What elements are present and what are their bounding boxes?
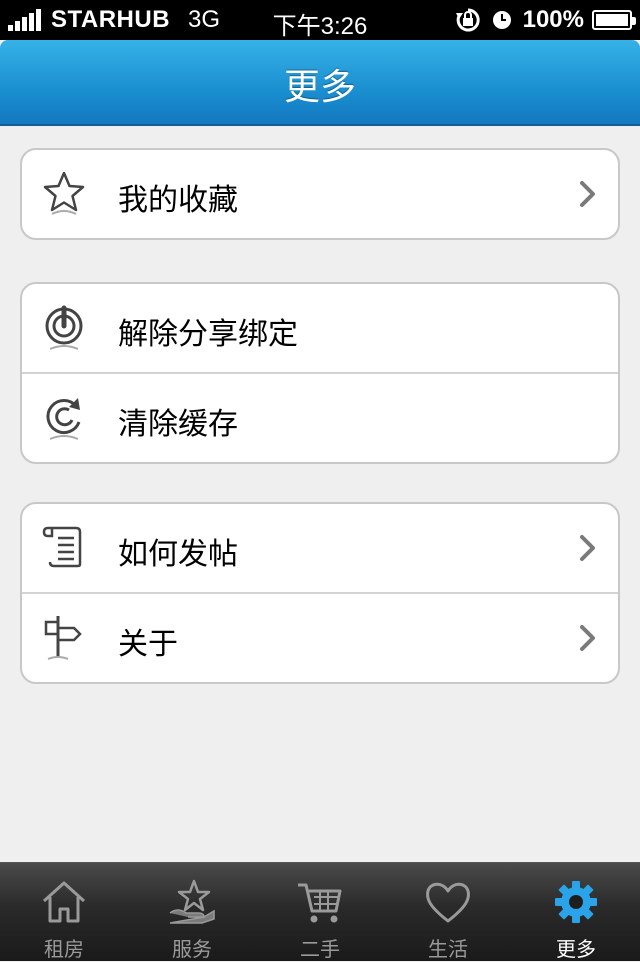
- clear-cache-icon: [46, 398, 81, 440]
- tab-label: 生活: [428, 937, 468, 961]
- favorites-group: 我的收藏: [20, 148, 620, 240]
- menu-item-label: 我的收藏: [118, 183, 238, 218]
- menu-item-label: 如何发帖: [118, 537, 238, 572]
- status-bar: STARHUB 3G 下午3:26 100%: [0, 0, 640, 40]
- tab-rent[interactable]: 租房: [0, 863, 128, 961]
- tab-life[interactable]: 生活: [384, 863, 512, 961]
- tab-label: 二手: [300, 937, 340, 961]
- gear-icon: [555, 881, 597, 923]
- menu-item-favorites[interactable]: 我的收藏: [22, 150, 618, 238]
- tab-bar: 租房 服务 二手 生活 更多: [0, 862, 640, 961]
- heart-icon: [426, 882, 470, 923]
- tab-label: 更多: [556, 937, 596, 961]
- alarm-clock-icon: [492, 11, 511, 29]
- menu-item-clear-cache[interactable]: 清除缓存: [22, 374, 618, 462]
- page-title: 更多: [283, 67, 356, 108]
- menu-item-about[interactable]: 关于: [22, 594, 618, 682]
- service-star-icon: [169, 879, 215, 924]
- menu-item-label: 清除缓存: [118, 407, 238, 442]
- battery-percent: 100%: [522, 6, 584, 33]
- navigation-bar: 更多: [0, 40, 640, 126]
- tab-service[interactable]: 服务: [128, 863, 256, 961]
- battery-icon: [592, 10, 636, 30]
- status-right: 100%: [455, 6, 636, 34]
- tab-more[interactable]: 更多: [512, 863, 640, 961]
- chevron-right-icon: [580, 181, 595, 207]
- tab-label: 服务: [172, 937, 212, 961]
- star-icon: [43, 171, 85, 215]
- rotation-lock-icon: [455, 8, 480, 32]
- menu-item-label: 关于: [118, 627, 178, 662]
- chevron-right-icon: [580, 625, 595, 651]
- tab-label: 租房: [44, 937, 84, 961]
- signpost-icon: [44, 616, 82, 660]
- menu-item-label: 解除分享绑定: [118, 317, 298, 352]
- power-icon: [45, 305, 83, 350]
- menu-item-unbind-share[interactable]: 解除分享绑定: [22, 284, 618, 374]
- account-group: 解除分享绑定 清除缓存: [20, 282, 620, 464]
- scroll-icon: [42, 526, 82, 568]
- menu-item-how-to-post[interactable]: 如何发帖: [22, 504, 618, 594]
- tab-second-hand[interactable]: 二手: [256, 863, 384, 961]
- house-icon: [42, 881, 86, 923]
- cart-icon: [298, 883, 342, 923]
- help-group: 如何发帖 关于: [20, 502, 620, 684]
- chevron-right-icon: [580, 535, 595, 561]
